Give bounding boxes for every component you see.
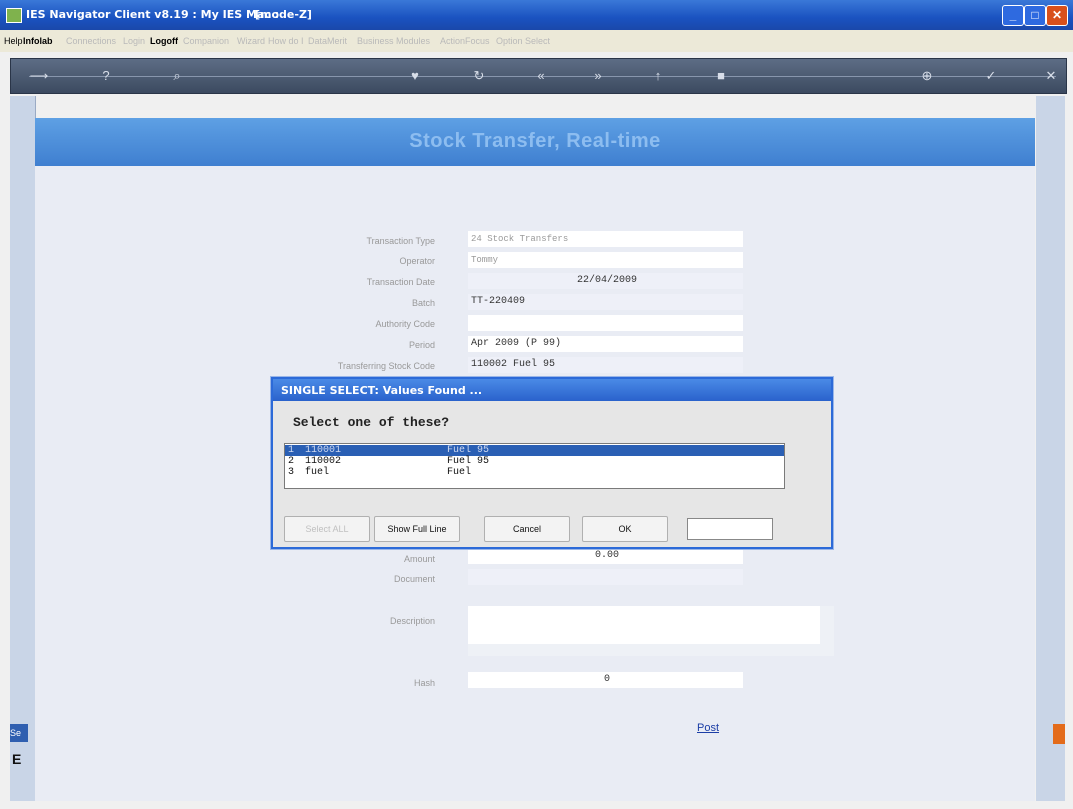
label-transaction-date: Transaction Date <box>366 277 435 287</box>
authority-code-field[interactable] <box>468 315 743 331</box>
selection-input[interactable] <box>687 518 773 540</box>
row-number: 2 <box>288 456 295 467</box>
left-sidebar: Se E <box>10 96 36 801</box>
sidebar-tab[interactable]: Se <box>10 724 28 742</box>
app-icon <box>6 8 22 23</box>
row-code: 110001 <box>305 445 342 456</box>
label-document: Document <box>393 574 435 584</box>
up-icon[interactable]: ↑ <box>648 66 668 86</box>
row-code: 110002 <box>305 456 342 467</box>
label-transferring-stock-code: Transferring Stock Code <box>337 361 435 371</box>
transaction-type-field[interactable]: 24 Stock Transfers <box>468 231 743 247</box>
description-hscroll[interactable] <box>468 644 820 656</box>
refresh-icon[interactable]: ↻ <box>469 66 489 86</box>
menu-connections[interactable]: Connections <box>66 36 116 46</box>
menu-logoff[interactable]: Logoff <box>150 36 178 46</box>
amount-field[interactable]: 0.00 <box>468 548 743 564</box>
menu-datamerit[interactable]: DataMerit <box>308 36 347 46</box>
maximize-button[interactable]: □ <box>1024 5 1046 26</box>
transferring-stock-code-field[interactable]: 110002 Fuel 95 <box>468 357 743 373</box>
select-all-button[interactable]: Select ALL <box>284 516 370 542</box>
list-item[interactable]: 2 110002 Fuel 95 <box>285 456 784 467</box>
period-field[interactable]: Apr 2009 (P 99) <box>468 336 743 352</box>
operator-field[interactable]: Tommy <box>468 252 743 268</box>
show-full-line-button[interactable]: Show Full Line <box>374 516 460 542</box>
menu-wizard[interactable]: Wizard <box>237 36 265 46</box>
menu-login[interactable]: Login <box>123 36 145 46</box>
menu-help[interactable]: Help <box>4 36 23 46</box>
search-icon[interactable]: ⌕ <box>167 66 187 86</box>
close-button[interactable]: ✕ <box>1046 5 1068 26</box>
page-banner: Stock Transfer, Real-time <box>35 118 1035 166</box>
stop-icon[interactable]: ■ <box>711 66 731 86</box>
mode-label: [mode-Z] <box>255 8 312 21</box>
heart-icon[interactable]: ♥ <box>405 66 425 86</box>
right-sidebar <box>1036 96 1065 801</box>
transaction-date-field[interactable]: 22/04/2009 <box>468 273 743 289</box>
label-operator: Operator <box>399 256 435 266</box>
label-authority-code: Authority Code <box>375 319 435 329</box>
row-code: fuel <box>305 467 330 478</box>
hash-field[interactable]: 0 <box>468 672 743 688</box>
label-batch: Batch <box>411 298 435 308</box>
list-item[interactable]: 3 fuel Fuel <box>285 467 784 478</box>
row-number: 3 <box>288 467 295 478</box>
dialog-title: SINGLE SELECT: Values Found ... <box>281 384 483 397</box>
arrow-icon[interactable]: ⟶ <box>29 66 49 86</box>
plus-icon[interactable]: ⊕ <box>917 66 937 86</box>
cancel-icon[interactable]: ✕ <box>1041 66 1061 86</box>
post-link[interactable]: Post <box>697 722 719 734</box>
check-icon[interactable]: ✓ <box>981 66 1001 86</box>
label-description: Description <box>389 616 435 626</box>
cancel-button[interactable]: Cancel <box>484 516 570 542</box>
label-transaction-type: Transaction Type <box>366 236 435 246</box>
menu-option-select[interactable]: Option Select <box>496 36 550 46</box>
forward-icon[interactable]: » <box>588 66 608 86</box>
back-icon[interactable]: « <box>531 66 551 86</box>
sidebar-letter: E <box>12 751 22 767</box>
label-period: Period <box>408 340 435 350</box>
description-textarea[interactable] <box>468 606 834 656</box>
help-icon[interactable]: ? <box>96 66 116 86</box>
app-window: IES Navigator Client v8.19 : My IES Mac … <box>0 0 1073 809</box>
menu-business-modules[interactable]: Business Modules <box>357 36 430 46</box>
batch-field[interactable]: TT-220409 <box>468 294 743 310</box>
minimize-button[interactable]: _ <box>1002 5 1024 26</box>
menu-companion[interactable]: Companion <box>183 36 229 46</box>
ok-button[interactable]: OK <box>582 516 668 542</box>
single-select-dialog: SINGLE SELECT: Values Found ... Select o… <box>271 377 833 549</box>
row-description: Fuel <box>447 467 472 478</box>
description-vscroll[interactable] <box>820 606 834 656</box>
sidebar-flag[interactable] <box>1053 724 1065 744</box>
window-title: IES Navigator Client v8.19 : My IES Mac … <box>26 8 280 21</box>
menu-infolab[interactable]: Infolab <box>23 36 53 46</box>
list-item[interactable]: 1 110001 Fuel 95 <box>285 445 784 456</box>
label-amount: Amount <box>403 554 435 564</box>
dialog-title-bar: SINGLE SELECT: Values Found ... <box>273 379 831 401</box>
row-description: Fuel 95 <box>447 456 490 467</box>
menu-how-do-i[interactable]: How do I <box>268 36 304 46</box>
values-list: 1 110001 Fuel 95 2 110002 Fuel 95 3 fuel… <box>284 443 785 489</box>
row-description: Fuel 95 <box>447 445 490 456</box>
row-number: 1 <box>288 445 295 456</box>
dialog-question: Select one of these? <box>293 415 450 430</box>
label-hash: Hash <box>413 678 435 688</box>
menu-actionfocus[interactable]: ActionFocus <box>440 36 490 46</box>
title-bar: IES Navigator Client v8.19 : My IES Mac … <box>0 0 1073 30</box>
document-field[interactable] <box>468 569 743 585</box>
toolbar: ⟶ ? ⌕ ♥ ↻ « » ↑ ■ ⊕ ✓ ✕ <box>10 58 1067 94</box>
menu-bar: Help Infolab Connections Login Logoff Co… <box>0 30 1073 52</box>
page-title: Stock Transfer, Real-time <box>409 130 661 152</box>
